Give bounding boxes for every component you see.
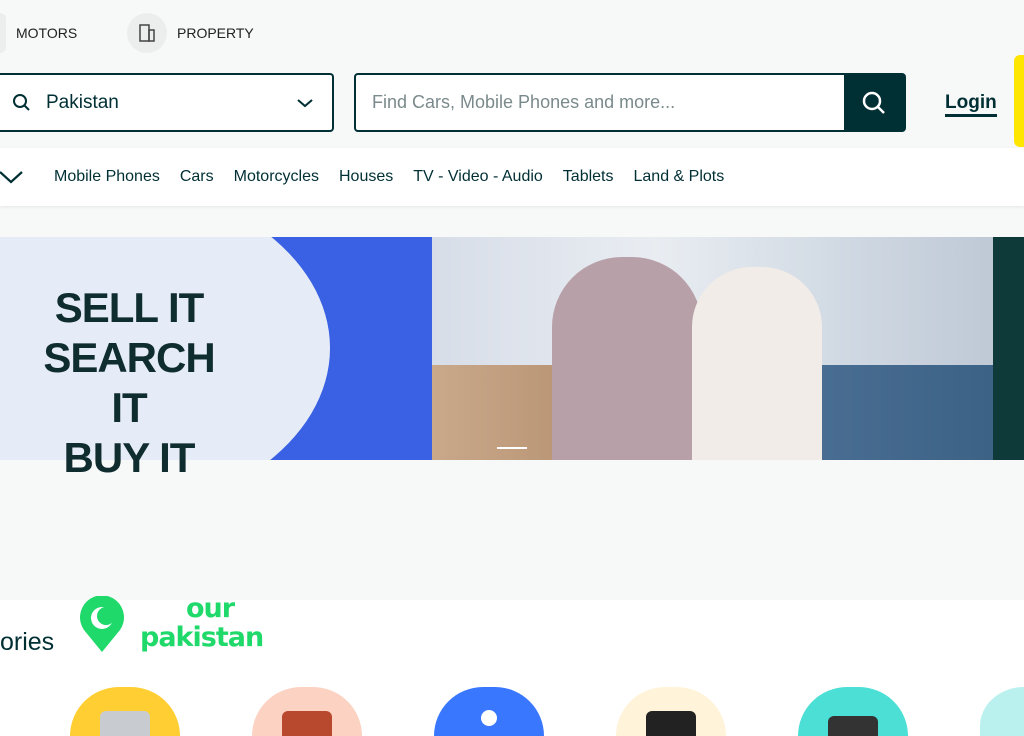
banner-text: SELL IT SEARCH IT BUY IT [24, 283, 234, 483]
property-label: PROPERTY [177, 25, 254, 41]
category-mobiles[interactable] [434, 687, 544, 736]
chevron-down-icon [297, 98, 313, 107]
nav-item[interactable]: TV - Video - Audio [413, 168, 543, 186]
car-icon [100, 711, 150, 736]
nav-item[interactable]: Land & Plots [634, 168, 725, 186]
location-select[interactable]: Pakistan [0, 73, 334, 132]
nav-item[interactable]: Tablets [563, 168, 614, 186]
man [552, 257, 702, 460]
nav-item[interactable]: Motorcycles [234, 168, 319, 186]
banner-line: BUY IT [63, 434, 196, 481]
hero-banner[interactable]: SELL IT SEARCH IT BUY IT [0, 237, 1024, 481]
search-input[interactable] [356, 75, 844, 130]
house-icon [282, 711, 332, 736]
category-more[interactable] [980, 687, 1024, 736]
section-title: ories [0, 628, 55, 656]
login-link[interactable]: Login [945, 92, 997, 117]
category-vehicles[interactable] [70, 687, 180, 736]
next-slide-edge [993, 237, 1024, 460]
banner-line: SEARCH IT [43, 334, 215, 431]
location-value: Pakistan [46, 91, 119, 113]
car-icon [0, 13, 6, 53]
key-icon [481, 710, 497, 726]
chevron-down-icon[interactable] [0, 168, 24, 186]
woman [692, 267, 822, 460]
banner-line: SELL IT [54, 284, 205, 331]
logo-line: PAKISTAN [140, 622, 264, 653]
motors-label: MOTORS [16, 25, 78, 41]
motorbike-icon [828, 716, 878, 736]
sell-button-edge[interactable] [1014, 55, 1024, 147]
categories-section: ories OUR PAKISTAN [0, 594, 1024, 736]
category-electronics[interactable] [616, 687, 726, 736]
category-bikes[interactable] [798, 687, 908, 736]
building-icon [127, 13, 167, 53]
banner-photo [432, 237, 993, 460]
carousel-indicator[interactable] [497, 447, 527, 449]
nav-item[interactable]: Houses [339, 168, 393, 186]
category-property[interactable] [252, 687, 362, 736]
category-nav: Mobile Phones Cars Motorcycles Houses TV… [0, 148, 1024, 206]
search-bar [354, 73, 906, 132]
pin-logo-icon [80, 596, 124, 652]
nav-item[interactable]: Cars [180, 168, 214, 186]
top-category-motors[interactable]: MOTORS [0, 13, 77, 53]
nav-item[interactable]: Mobile Phones [54, 168, 160, 186]
search-icon [13, 93, 30, 111]
our-pakistan-logo: OUR PAKISTAN [140, 593, 264, 653]
search-icon [862, 91, 885, 114]
logo-line: OUR [186, 593, 235, 624]
top-category-property[interactable]: PROPERTY [127, 13, 254, 53]
banner-background: SELL IT SEARCH IT BUY IT [0, 237, 432, 481]
search-button[interactable] [844, 75, 904, 130]
camera-icon [646, 711, 696, 736]
